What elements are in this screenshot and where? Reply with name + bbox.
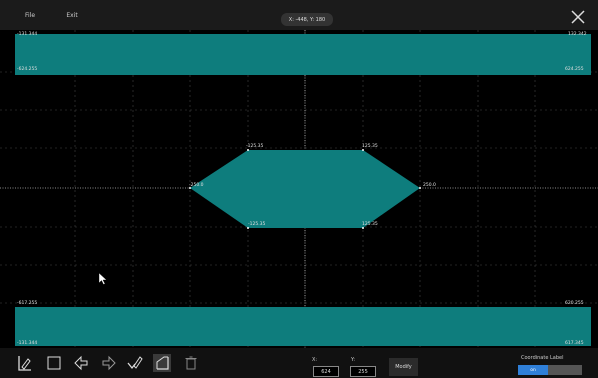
label-top-right-lower: 624.255 xyxy=(565,67,584,72)
modify-button[interactable]: Modify xyxy=(389,358,418,376)
redo-icon xyxy=(102,355,116,371)
hexagon-mask-region xyxy=(190,150,420,228)
label-bottom-left-upper: -617.255 xyxy=(17,301,38,306)
add-point-tool[interactable] xyxy=(16,354,34,372)
label-top-left-lower: -624.255 xyxy=(17,67,38,72)
label-hex-bottom-left: -125.35 xyxy=(248,222,266,227)
bottom-toolbar xyxy=(0,348,598,378)
pen-point-icon xyxy=(18,356,31,371)
redo-button[interactable] xyxy=(100,354,118,372)
mouse-cursor-icon xyxy=(98,272,108,285)
label-bottom-left-lower: -131.344 xyxy=(17,341,38,346)
top-mask-region xyxy=(15,34,591,75)
x-coordinate-field[interactable]: 624 xyxy=(313,366,339,377)
close-icon xyxy=(571,10,585,24)
label-hex-right: 250.0 xyxy=(423,183,436,188)
bottom-mask-region xyxy=(15,307,591,346)
label-top-right-upper: 132.342 xyxy=(568,32,587,37)
undo-button[interactable] xyxy=(72,354,90,372)
region-icon xyxy=(156,356,169,370)
top-bar: File Exit X: -448, Y: 180 xyxy=(0,0,598,30)
rectangle-tool[interactable] xyxy=(45,354,63,372)
label-hex-top-left: -125.35 xyxy=(246,144,264,149)
label-top-left-upper: -131.344 xyxy=(17,32,38,37)
delete-button[interactable] xyxy=(182,354,200,372)
pen-check-icon xyxy=(127,356,143,370)
region-tool[interactable] xyxy=(153,354,171,372)
coordinate-label-toggle[interactable]: on xyxy=(518,365,582,375)
exit-menu[interactable]: Exit xyxy=(58,8,86,22)
edit-point-tool[interactable] xyxy=(126,354,144,372)
label-hex-top-right: 125.35 xyxy=(362,144,378,149)
y-label: Y: xyxy=(351,357,356,363)
label-bottom-right-lower: 617.345 xyxy=(565,341,584,346)
rectangle-icon xyxy=(47,356,61,370)
undo-icon xyxy=(74,355,88,371)
grid-and-mask xyxy=(0,30,598,348)
trash-icon xyxy=(185,356,197,370)
y-coordinate-field[interactable]: 255 xyxy=(350,366,376,377)
close-button[interactable] xyxy=(568,7,588,27)
coordinate-label-title: Coordinate Label xyxy=(521,355,564,361)
label-hex-left: -250.0 xyxy=(189,183,204,188)
x-label: X: xyxy=(312,357,318,363)
file-menu[interactable]: File xyxy=(18,8,42,22)
mask-editor-canvas[interactable]: -131.344 132.342 -624.255 624.255 -125.3… xyxy=(0,30,598,348)
label-hex-bottom-right: 125.35 xyxy=(362,222,378,227)
cursor-coordinate-readout: X: -448, Y: 180 xyxy=(281,13,333,26)
label-bottom-right-upper: 620.255 xyxy=(565,301,584,306)
toggle-on-state: on xyxy=(518,365,548,375)
